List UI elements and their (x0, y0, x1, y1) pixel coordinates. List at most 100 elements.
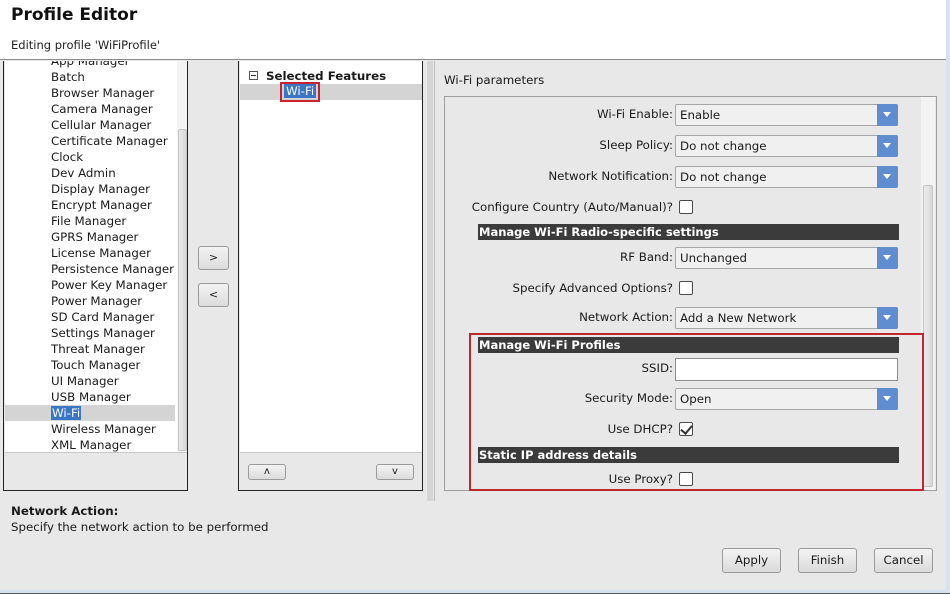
ssid-input[interactable] (675, 358, 898, 381)
network-notification-row: Network Notification: Do not change (445, 166, 915, 188)
use-proxy-label: Use Proxy? (608, 472, 673, 486)
security-mode-label: Security Mode: (584, 391, 673, 405)
tree-row[interactable]: Wi-Fi (240, 82, 422, 102)
network-action-row: Network Action: Add a New Network (445, 307, 915, 329)
feature-list-item[interactable]: XML Manager (5, 437, 175, 452)
security-mode-value: Open (680, 392, 712, 406)
feature-label: Persistence Manager (51, 262, 174, 276)
feature-label: SD Card Manager (51, 310, 155, 324)
wifi-enable-value: Enable (680, 108, 721, 122)
feature-list-item[interactable]: Dev Admin (5, 165, 175, 181)
page-subtitle: Editing profile 'WiFiProfile' (11, 38, 161, 52)
dropdown-arrow-icon[interactable] (877, 307, 898, 329)
feature-label: Browser Manager (51, 86, 155, 100)
feature-label: Encrypt Manager (51, 198, 152, 212)
finish-button[interactable]: Finish (798, 548, 857, 573)
sleep-policy-select[interactable]: Do not change (675, 135, 898, 157)
feature-list-item[interactable]: Certificate Manager (5, 133, 175, 149)
cancel-button[interactable]: Cancel (874, 548, 933, 573)
tree-item-wifi[interactable]: Wi-Fi (280, 82, 321, 102)
feature-label: GPRS Manager (51, 230, 139, 244)
feature-list-item[interactable]: Power Key Manager (5, 277, 175, 293)
feature-list-item[interactable]: Clock (5, 149, 175, 165)
feature-list-item[interactable]: GPRS Manager (5, 229, 175, 245)
dropdown-arrow-icon[interactable] (877, 247, 898, 269)
wifi-enable-select[interactable]: Enable (675, 104, 898, 126)
apply-button[interactable]: Apply (722, 548, 781, 573)
move-down-button[interactable]: v (376, 464, 414, 480)
feature-label: Power Key Manager (51, 278, 168, 292)
configure-country-row: Configure Country (Auto/Manual)? (445, 197, 915, 219)
feature-label: Wireless Manager (51, 422, 156, 436)
security-mode-select[interactable]: Open (675, 388, 898, 410)
window-border (946, 0, 950, 594)
feature-label: XML Manager (51, 438, 132, 452)
rf-band-select[interactable]: Unchanged (675, 247, 898, 269)
sleep-policy-value: Do not change (680, 139, 767, 153)
feature-label: License Manager (51, 246, 151, 260)
selected-features-tree[interactable]: Selected Features Wi-Fi (240, 61, 422, 453)
feature-list-item[interactable]: UI Manager (5, 373, 175, 389)
feature-list-item[interactable]: Threat Manager (5, 341, 175, 357)
available-list-scrollbar[interactable] (177, 61, 187, 452)
scrollbar-thumb[interactable] (178, 129, 187, 451)
scrollbar-thumb[interactable] (923, 185, 933, 487)
feature-list-item[interactable]: Display Manager (5, 181, 175, 197)
feature-label: Camera Manager (51, 102, 153, 116)
feature-label: Settings Manager (51, 326, 155, 340)
feature-list-item[interactable]: Settings Manager (5, 325, 175, 341)
section-radio-settings: Manage Wi-Fi Radio-specific settings (478, 224, 899, 240)
wifi-enable-label: Wi-Fi Enable: (596, 107, 673, 121)
network-action-value: Add a New Network (680, 311, 797, 325)
feature-list-item[interactable]: Camera Manager (5, 101, 175, 117)
feature-list-item[interactable]: App Manager (5, 61, 175, 69)
feature-list-item[interactable]: Browser Manager (5, 85, 175, 101)
available-features-panel: XML Manager Wireless Manager Wi-Fi USB Mana… (3, 61, 188, 491)
configure-country-checkbox[interactable] (679, 200, 693, 214)
feature-label: Batch (51, 70, 85, 84)
feature-list-item[interactable]: Wireless Manager (5, 421, 175, 437)
feature-label: Dev Admin (51, 166, 116, 180)
feature-list-item[interactable]: Wi-Fi (5, 405, 175, 421)
feature-list-item[interactable]: SD Card Manager (5, 309, 175, 325)
feature-label: Touch Manager (51, 358, 141, 372)
feature-list-item[interactable]: USB Manager (5, 389, 175, 405)
feature-list-item[interactable]: Persistence Manager (5, 261, 175, 277)
sleep-policy-row: Sleep Policy: Do not change (445, 135, 915, 157)
network-action-label: Network Action: (579, 310, 673, 324)
params-scroll-area: Wi-Fi Enable: Enable Sleep Policy: Do no… (444, 96, 937, 491)
dropdown-arrow-icon[interactable] (877, 388, 898, 410)
feature-list-item[interactable]: Batch (5, 69, 175, 85)
section-wifi-profiles: Manage Wi-Fi Profiles (478, 337, 899, 353)
feature-label: Power Manager (51, 294, 143, 308)
network-notification-select[interactable]: Do not change (675, 166, 898, 188)
network-notification-value: Do not change (680, 170, 767, 184)
feature-list-item[interactable]: License Manager (5, 245, 175, 261)
advanced-options-checkbox[interactable] (679, 281, 693, 295)
feature-list-item[interactable]: Cellular Manager (5, 117, 175, 133)
dropdown-arrow-icon[interactable] (877, 166, 898, 188)
panel-splitter[interactable] (427, 61, 433, 501)
feature-label: Clock (51, 150, 84, 164)
dropdown-arrow-icon[interactable] (877, 135, 898, 157)
feature-list-item[interactable]: File Manager (5, 213, 175, 229)
feature-list-item[interactable]: Encrypt Manager (5, 197, 175, 213)
dropdown-arrow-icon[interactable] (877, 104, 898, 126)
tree-root-label: Selected Features (266, 69, 387, 83)
window-border (0, 590, 950, 594)
available-features-list[interactable]: XML Manager Wireless Manager Wi-Fi USB Mana… (5, 61, 187, 453)
feature-label: Certificate Manager (51, 134, 168, 148)
feature-label: Cellular Manager (51, 118, 152, 132)
use-dhcp-row: Use DHCP? (445, 419, 915, 441)
collapse-icon[interactable] (249, 71, 258, 80)
network-action-select[interactable]: Add a New Network (675, 307, 898, 329)
remove-feature-button[interactable]: < (198, 283, 229, 307)
feature-list-item[interactable]: Touch Manager (5, 357, 175, 373)
add-feature-button[interactable]: > (198, 246, 229, 270)
feature-label: UI Manager (51, 374, 119, 388)
feature-list-item[interactable]: Power Manager (5, 293, 175, 309)
move-up-button[interactable]: ʌ (248, 464, 286, 480)
params-scrollbar[interactable] (921, 97, 935, 490)
use-dhcp-checkbox[interactable] (679, 422, 693, 436)
use-proxy-checkbox[interactable] (679, 472, 693, 486)
